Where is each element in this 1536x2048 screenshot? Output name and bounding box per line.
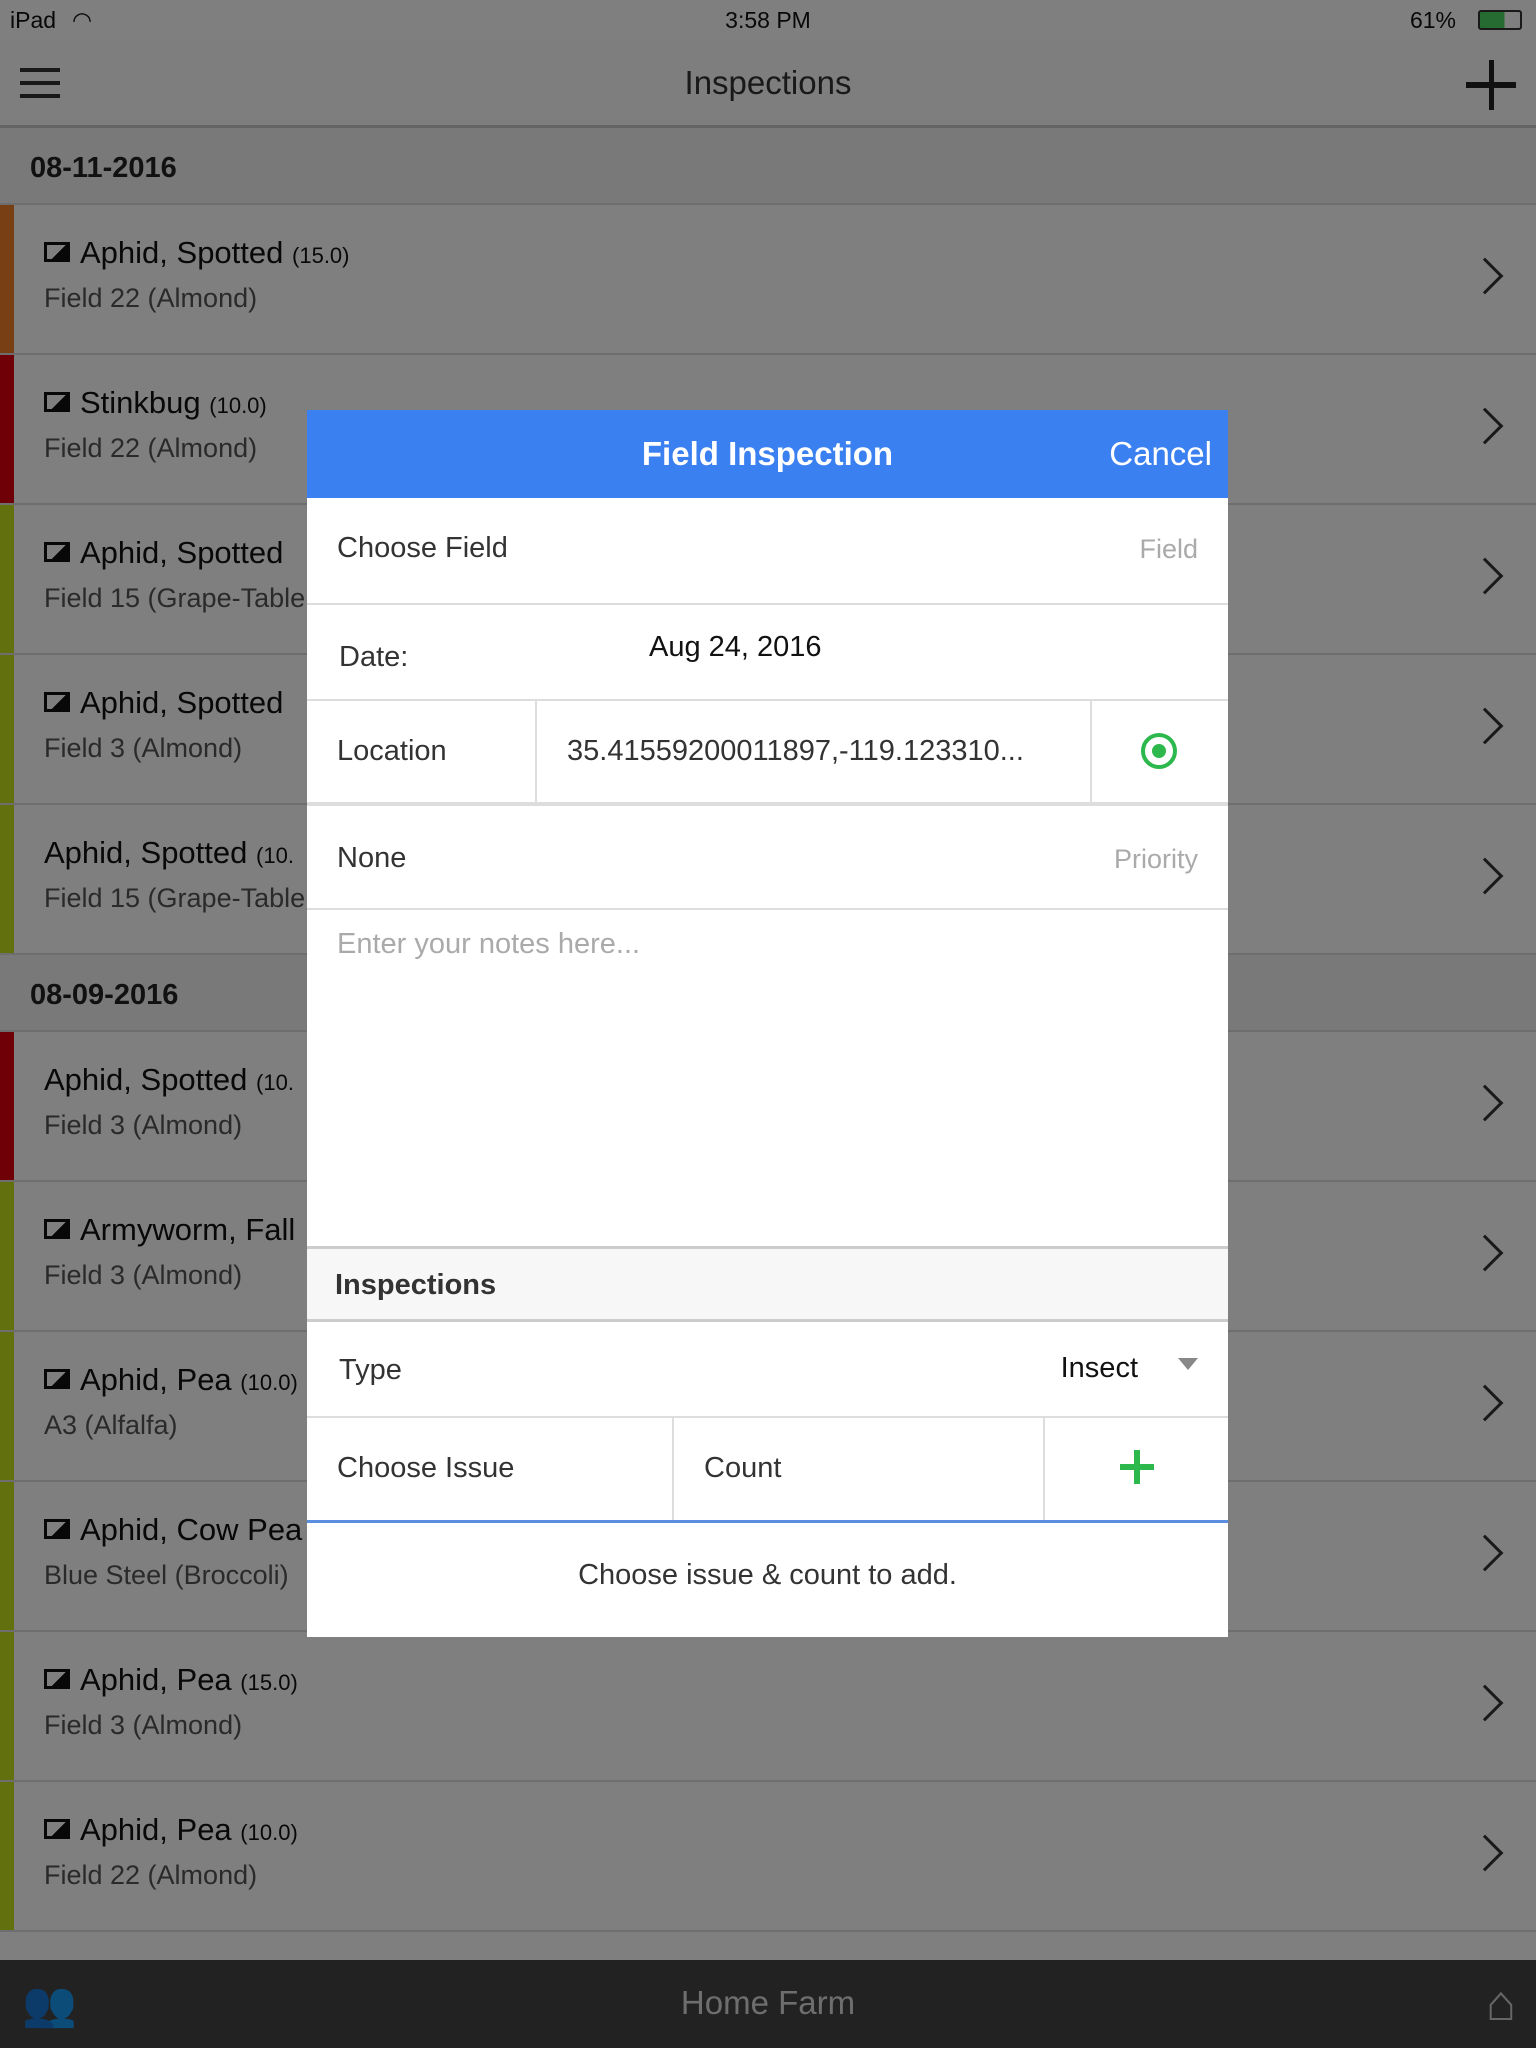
type-label: Type (339, 1354, 402, 1386)
count-placeholder: Count (704, 1452, 782, 1484)
location-label: Location (337, 735, 447, 767)
field-placeholder: Field (1139, 534, 1198, 564)
location-input[interactable]: 35.41559200011897,-119.123310... (537, 701, 1092, 802)
locate-icon[interactable] (1141, 733, 1177, 769)
choose-issue-select[interactable]: Choose Issue (307, 1418, 674, 1520)
section-title: Inspections (335, 1269, 497, 1301)
date-row[interactable]: Date: Aug 24, 2016 (307, 605, 1228, 701)
type-value: Insect (1060, 1352, 1138, 1384)
notes-placeholder: Enter your notes here... (337, 928, 641, 960)
modal-header: Field Inspection Cancel (307, 410, 1228, 498)
dropdown-caret-icon (1178, 1358, 1198, 1370)
add-issue-icon[interactable] (1120, 1450, 1154, 1484)
modal-title: Field Inspection (641, 435, 894, 472)
count-input[interactable]: Count (674, 1418, 1045, 1520)
inspections-section-header: Inspections (307, 1249, 1228, 1322)
empty-message: Choose issue & count to add. (578, 1559, 957, 1591)
issue-row: Choose Issue Count (307, 1418, 1228, 1523)
choose-field-select[interactable]: Choose Field Field (307, 498, 1228, 605)
cancel-button[interactable]: Cancel (1109, 435, 1212, 473)
priority-select[interactable]: None Priority (307, 806, 1228, 910)
location-label-cell: Location (307, 701, 537, 802)
issue-placeholder: Choose Issue (337, 1452, 515, 1484)
type-select[interactable]: Type Insect (307, 1322, 1228, 1418)
priority-value: None (337, 842, 407, 874)
date-label: Date: (339, 641, 409, 673)
date-value[interactable]: Aug 24, 2016 (649, 631, 822, 664)
location-value: 35.41559200011897,-119.123310... (567, 735, 1024, 767)
field-inspection-modal: Field Inspection Cancel Choose Field Fie… (307, 410, 1228, 1637)
priority-placeholder: Priority (1113, 844, 1198, 874)
field-label: Choose Field (337, 532, 508, 564)
location-row: Location 35.41559200011897,-119.123310..… (307, 701, 1228, 806)
notes-textarea[interactable]: Enter your notes here... (307, 910, 1228, 1249)
